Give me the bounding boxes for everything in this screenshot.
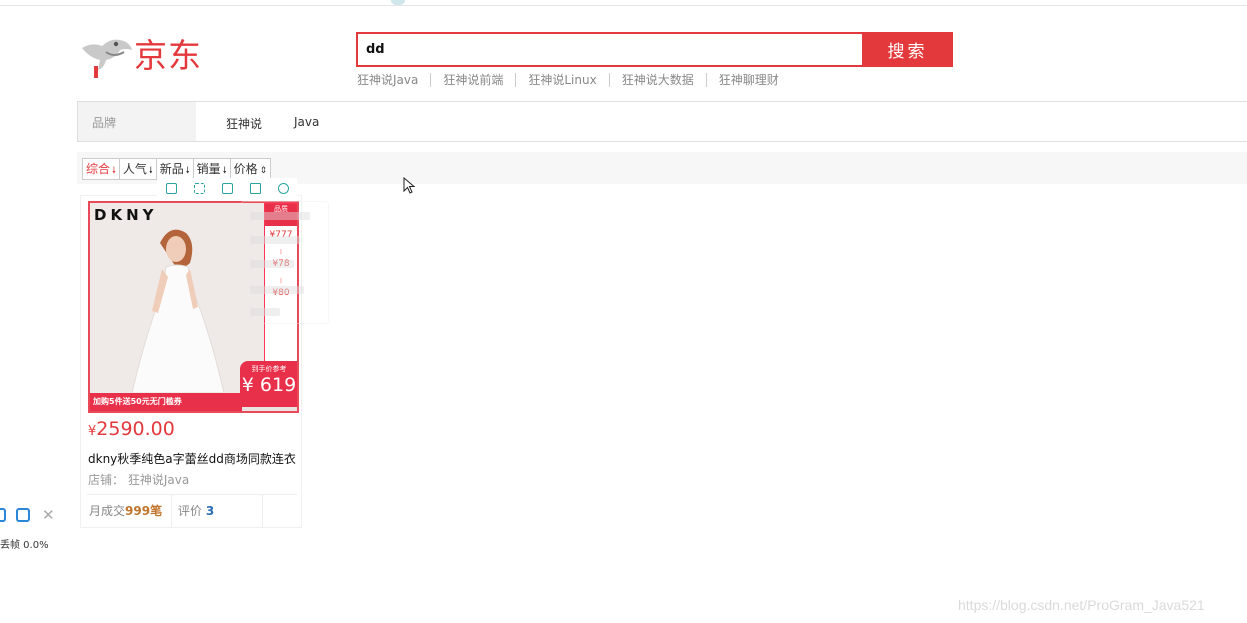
product-stats: 月成交999笔 评价 3 <box>87 494 297 528</box>
floating-widget: ✕ <box>0 508 55 523</box>
save-icon[interactable] <box>213 178 241 198</box>
product-title[interactable]: dkny秋季纯色a字蕾丝dd商场同款连衣 <box>88 450 296 467</box>
brand-filter-row: 品牌 狂神说 Java <box>77 101 1247 142</box>
card-hover-toolbar <box>157 178 297 198</box>
sort-price[interactable]: 价格 ⇕ <box>229 158 272 180</box>
product-price: ¥2590.00 <box>88 418 175 440</box>
sort-label: 综合 <box>86 162 111 176</box>
sort-label: 新品 <box>159 162 184 176</box>
ghost-line <box>250 260 294 268</box>
ghost-line <box>250 308 280 316</box>
sort-label: 价格 <box>233 162 258 176</box>
screenshot-icon[interactable] <box>16 508 30 522</box>
expand-icon[interactable] <box>185 178 213 198</box>
brand-filter-label: 品牌 <box>78 102 196 141</box>
sales-count: 999笔 <box>125 504 163 518</box>
final-price: ¥ 619 <box>241 374 297 396</box>
final-price-tag: 到手价参考 ¥ 619 <box>240 361 297 407</box>
final-price-label: 到手价参考 <box>251 365 287 373</box>
sort-options: 综合 🠗 人气 🠗 新品 🠗 销量 🠗 价格 ⇕ <box>82 158 272 180</box>
brand-filter-values: 狂神说 Java <box>226 115 351 132</box>
hotword-item[interactable]: 狂神聊理财 <box>705 73 791 87</box>
monthly-sales: 月成交999笔 <box>87 495 172 528</box>
ghost-line <box>250 286 304 294</box>
watermark: https://blog.csdn.net/ProGram_Java521 <box>958 597 1205 613</box>
share-icon[interactable] <box>241 178 269 198</box>
jd-logo[interactable]: 京东 <box>76 26 216 82</box>
record-icon[interactable] <box>0 508 6 522</box>
brand-mark: DKNY <box>94 206 158 224</box>
promo-strip: 加购5件送50元无门槛券 <box>90 393 242 411</box>
logo-text: 京东 <box>134 36 202 75</box>
arrow-down-icon: 🠗 <box>222 166 227 176</box>
hotword-item[interactable]: 狂神说Java <box>357 73 430 87</box>
ghost-line <box>250 212 310 220</box>
review-label: 评价 <box>178 504 203 518</box>
arrow-down-icon: 🠗 <box>112 166 116 176</box>
shop-label: 店铺： <box>88 473 125 487</box>
brand-option[interactable]: 狂神说 <box>226 115 262 132</box>
hotword-item[interactable]: 狂神说大数据 <box>608 73 706 87</box>
ghost-line <box>250 236 300 244</box>
brand-option[interactable]: Java <box>294 115 319 132</box>
close-icon[interactable]: ✕ <box>42 508 55 523</box>
search-box[interactable] <box>356 32 864 67</box>
jd-mascot-icon <box>82 39 132 78</box>
sort-label: 人气 <box>122 162 147 176</box>
mouse-cursor-icon <box>403 177 416 194</box>
search-input[interactable] <box>358 34 864 65</box>
stats-extra-cell <box>263 495 297 528</box>
price-value: 2590.00 <box>96 418 175 440</box>
hotword-item[interactable]: 狂神说Linux <box>515 73 608 87</box>
arrow-down-icon: 🠗 <box>148 166 153 176</box>
sort-sales[interactable]: 销量 🠗 <box>192 158 231 180</box>
top-divider <box>0 5 1247 6</box>
review-number: 3 <box>205 504 215 518</box>
arrow-down-icon: 🠗 <box>185 166 190 176</box>
search-button[interactable]: 搜索 <box>862 32 953 67</box>
shop-name[interactable]: 狂神说Java <box>128 473 189 487</box>
settings-icon[interactable] <box>269 178 297 198</box>
sort-new[interactable]: 新品 🠗 <box>155 158 194 180</box>
sort-popularity[interactable]: 人气 🠗 <box>118 158 157 180</box>
sort-updown-icon: ⇕ <box>259 166 268 176</box>
shop-info: 店铺： 狂神说Java <box>88 471 189 488</box>
review-count[interactable]: 评价 3 <box>172 495 263 528</box>
sort-comprehensive[interactable]: 综合 🠗 <box>82 158 120 180</box>
copy-icon[interactable] <box>157 178 185 198</box>
hot-search-words: 狂神说Java 狂神说前端 狂神说Linux 狂神说大数据 狂神聊理财 <box>357 73 791 87</box>
hotword-item[interactable]: 狂神说前端 <box>430 73 515 87</box>
sales-label: 月成交 <box>89 504 126 518</box>
sort-label: 销量 <box>196 162 221 176</box>
faded-popup <box>241 201 329 324</box>
frame-drop-status: 丢帧 0.0% <box>0 540 49 551</box>
